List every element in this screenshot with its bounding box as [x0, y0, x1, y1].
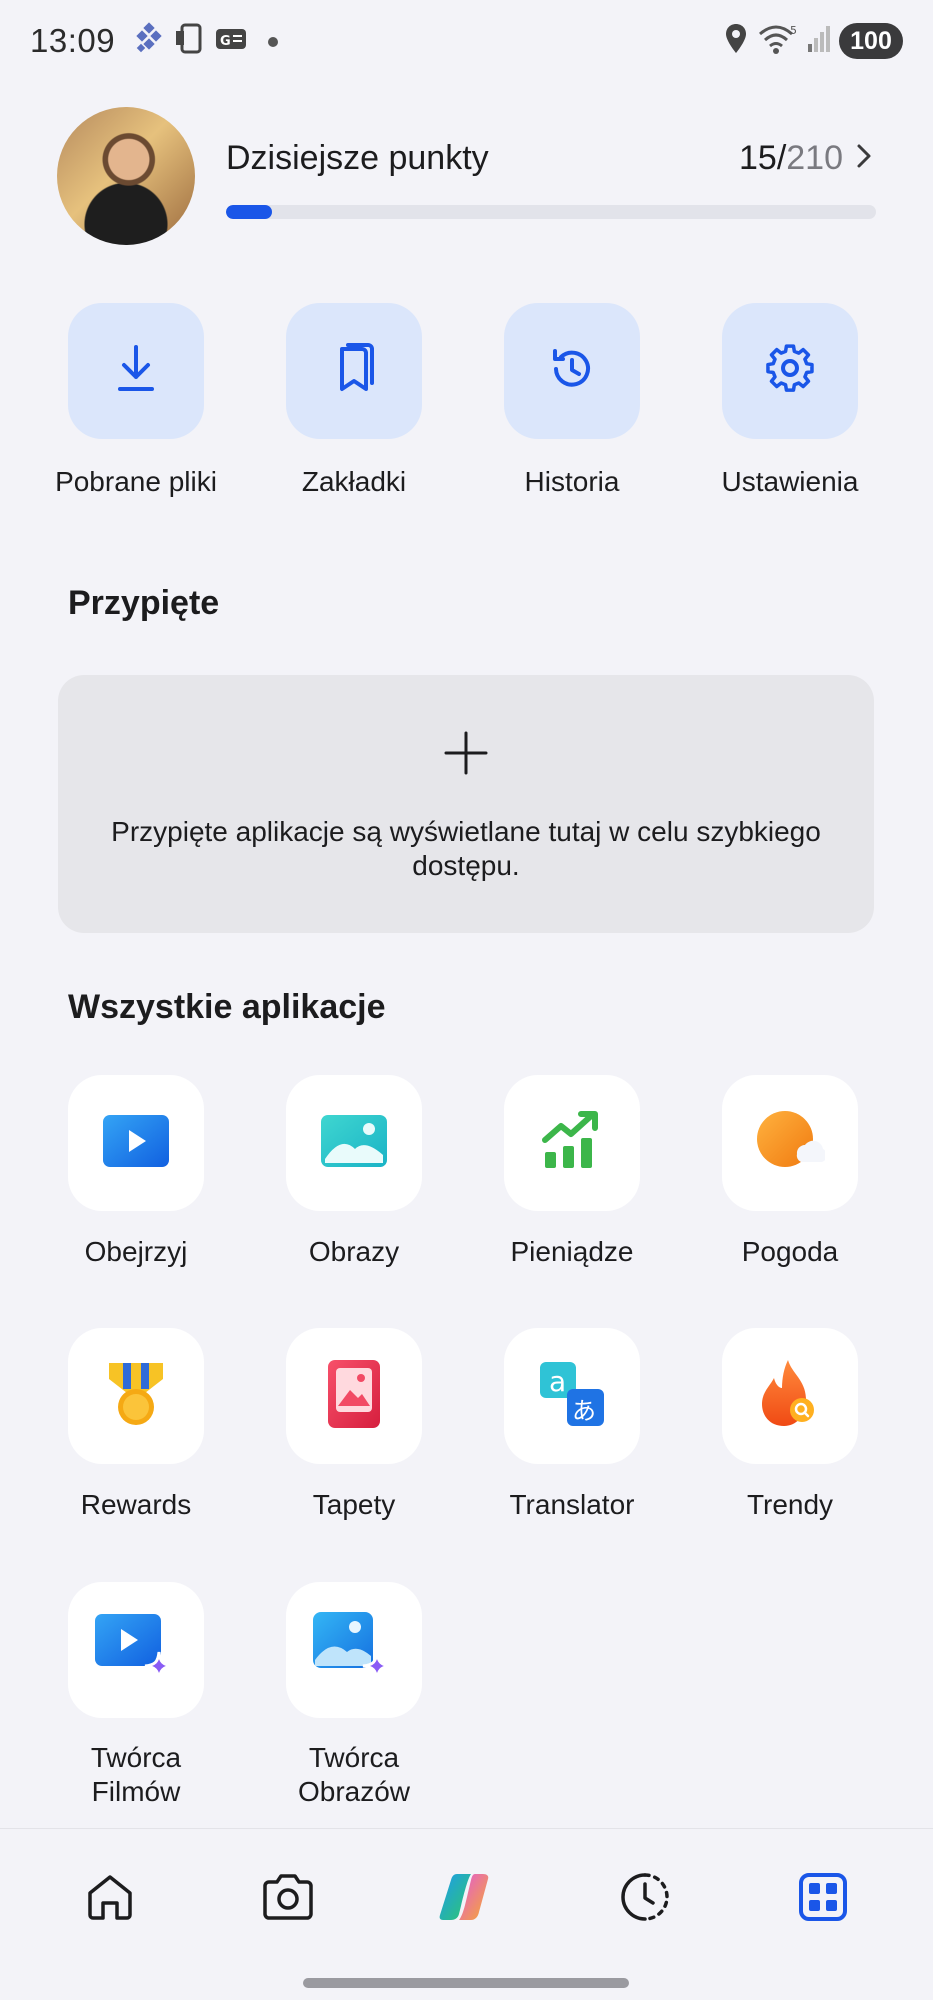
- svg-text:G: G: [220, 34, 231, 49]
- app-video-creator-label-line1: Twórca: [90, 1742, 182, 1773]
- svg-text:5: 5: [790, 24, 797, 37]
- history-button[interactable]: [504, 303, 640, 439]
- avatar[interactable]: [57, 107, 195, 245]
- location-icon: [722, 22, 750, 61]
- pinned-section-title: Przypięte: [68, 584, 220, 622]
- chevron-right-icon[interactable]: [853, 138, 877, 179]
- money-chart-icon: [539, 1108, 605, 1179]
- app-image-creator-label: Twórca Obrazów: [245, 1741, 463, 1809]
- app-images[interactable]: [286, 1075, 422, 1211]
- settings-gear-icon: [764, 343, 816, 400]
- nav-home[interactable]: [80, 1869, 140, 1929]
- app-video-creator-label-line2: Filmów: [91, 1776, 181, 1807]
- home-icon: [84, 1871, 136, 1928]
- app-images-label: Obrazy: [308, 1236, 400, 1267]
- apps-grid-icon: [798, 1872, 848, 1927]
- app-notification-icon: [132, 22, 166, 61]
- trending-flame-icon: [758, 1358, 822, 1435]
- app-image-creator[interactable]: [286, 1582, 422, 1718]
- image-creator-icon: [311, 1610, 397, 1691]
- pinned-empty-area[interactable]: Przypięte aplikacje są wyświetlane tutaj…: [58, 675, 874, 933]
- bookmarks-button[interactable]: [286, 303, 422, 439]
- app-trending-label: Trendy: [746, 1489, 834, 1520]
- download-icon: [112, 341, 160, 402]
- svg-text:あ: あ: [572, 1397, 596, 1425]
- settings-label: Ustawienia: [721, 466, 859, 497]
- app-weather[interactable]: [722, 1075, 858, 1211]
- bookmarks-icon: [330, 341, 378, 402]
- points-current: 15/: [739, 139, 787, 177]
- history-icon: [546, 343, 598, 400]
- all-apps-section-title: Wszystkie aplikacje: [68, 988, 386, 1026]
- app-weather-label: Pogoda: [741, 1236, 839, 1267]
- watch-play-icon: [101, 1113, 171, 1174]
- nav-camera[interactable]: [258, 1869, 318, 1929]
- downloads-button[interactable]: [68, 303, 204, 439]
- app-image-creator-label-line1: Twórca: [308, 1742, 400, 1773]
- bookmarks-label: Zakładki: [301, 466, 407, 497]
- rewards-medal-icon: [103, 1359, 169, 1434]
- app-wallpapers[interactable]: [286, 1328, 422, 1464]
- signal-icon: [806, 22, 832, 61]
- points-progress-fill: [226, 205, 273, 219]
- app-translator-label: Translator: [509, 1489, 635, 1520]
- app-image-creator-label-line2: Obrazów: [297, 1776, 411, 1807]
- settings-button[interactable]: [722, 303, 858, 439]
- weather-icon: [755, 1108, 827, 1179]
- status-time: 13:09: [30, 22, 116, 59]
- video-creator-icon: [93, 1610, 179, 1691]
- wifi-icon: 5: [758, 22, 804, 61]
- battery-indicator: 100: [839, 23, 903, 59]
- nav-copilot[interactable]: [436, 1869, 496, 1929]
- pinned-empty-text: Przypięte aplikacje są wyświetlane tutaj…: [111, 816, 821, 881]
- add-pinned-icon[interactable]: [442, 729, 490, 782]
- points-total: 210: [786, 139, 843, 177]
- points-title[interactable]: Dzisiejsze punkty: [226, 139, 489, 178]
- copilot-icon: [437, 1870, 495, 1929]
- app-rewards-label: Rewards: [80, 1489, 192, 1520]
- app-money-label: Pieniądze: [510, 1236, 634, 1267]
- keyboard-notification-icon: G: [214, 22, 248, 61]
- camera-icon: [261, 1872, 315, 1927]
- app-video-creator-label: Twórca Filmów: [27, 1741, 245, 1809]
- recent-clock-icon: [618, 1870, 672, 1929]
- downloads-label: Pobrane pliki: [55, 466, 217, 497]
- points-value[interactable]: 15/210: [739, 139, 843, 178]
- images-icon: [319, 1113, 389, 1174]
- app-watch[interactable]: [68, 1075, 204, 1211]
- points-progress-bar: [226, 205, 876, 219]
- nav-recent[interactable]: [615, 1869, 675, 1929]
- nav-apps[interactable]: [793, 1869, 853, 1929]
- bottom-navigation: [0, 1828, 933, 2000]
- app-wallpapers-label: Tapety: [312, 1489, 396, 1520]
- history-label: Historia: [524, 466, 620, 497]
- svg-text:a: a: [549, 1365, 566, 1398]
- app-trending[interactable]: [722, 1328, 858, 1464]
- status-bar: 13:09 G 5 100: [0, 0, 933, 86]
- more-notifications-dot: [268, 37, 278, 47]
- home-indicator[interactable]: [303, 1978, 629, 1988]
- app-rewards[interactable]: [68, 1328, 204, 1464]
- wallpapers-icon: [324, 1358, 384, 1435]
- device-notification-icon: [173, 22, 207, 61]
- app-money[interactable]: [504, 1075, 640, 1211]
- app-translator[interactable]: aあ: [504, 1328, 640, 1464]
- app-video-creator[interactable]: [68, 1582, 204, 1718]
- app-watch-label: Obejrzyj: [84, 1236, 188, 1267]
- translator-icon: aあ: [537, 1359, 607, 1434]
